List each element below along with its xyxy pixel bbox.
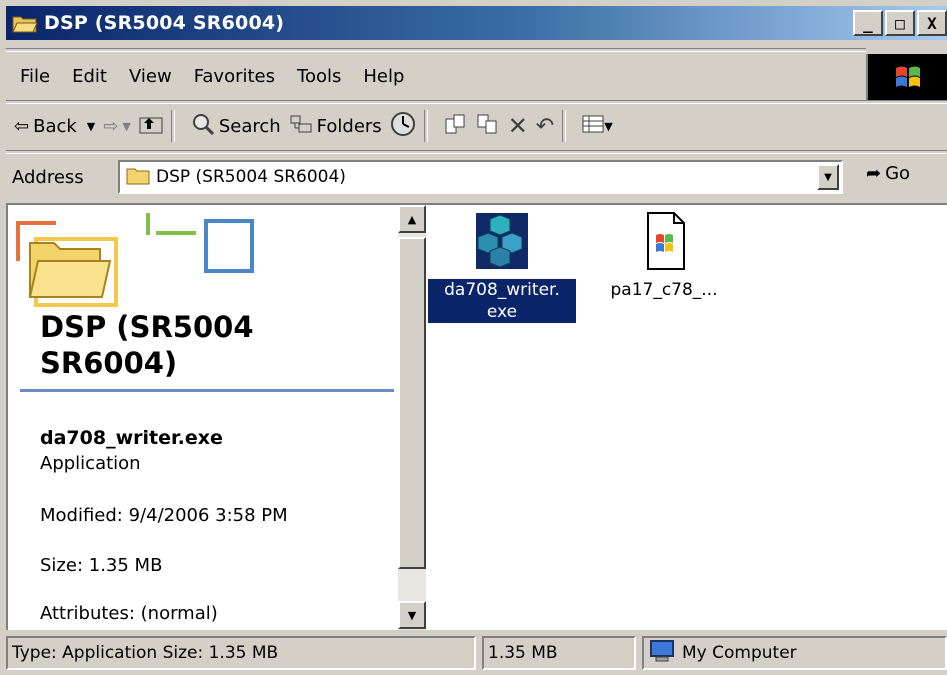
file-label: da708_writer. exe [428, 279, 576, 323]
menu-edit[interactable]: Edit [72, 66, 107, 87]
details-pane: DSP (SR5004 SR6004) da708_writer.exe App… [8, 205, 398, 630]
status-info: Type: Application Size: 1.35 MB [6, 636, 476, 670]
folders-icon [289, 114, 313, 139]
standard-toolbar: ⇦ Back ▼ ⇨ ▼ Search Folders ✕ ↶ ▼ [6, 104, 947, 148]
menu-help[interactable]: Help [363, 66, 404, 87]
folder-title: DSP (SR5004 SR6004) [40, 310, 254, 380]
file-item-pa17-c78[interactable]: pa17_c78_... [590, 211, 738, 301]
toolbar-separator [562, 110, 567, 142]
toolbar-separator [170, 110, 175, 142]
details-scrollbar[interactable]: ▲ ▼ [398, 205, 426, 630]
selected-file-attributes: Attributes: (normal) [40, 603, 218, 624]
scroll-thumb[interactable] [398, 237, 426, 569]
status-zone: My Computer [642, 636, 947, 670]
views-button[interactable]: ▼ [582, 114, 613, 139]
undo-icon: ↶ [535, 113, 555, 139]
arrow-down-icon: ▼ [407, 608, 417, 622]
delete-button[interactable]: ✕ [508, 112, 528, 140]
undo-button[interactable]: ↶ [536, 114, 554, 139]
folder-banner-graphic [16, 213, 396, 313]
delete-icon: ✕ [507, 112, 528, 140]
menu-favorites[interactable]: Favorites [194, 66, 275, 87]
address-label: Address [12, 166, 84, 188]
close-button[interactable]: X [917, 10, 947, 36]
views-icon [582, 114, 604, 139]
menu-tools[interactable]: Tools [297, 66, 341, 87]
forward-button[interactable]: ⇨ ▼ [103, 116, 131, 137]
folders-button[interactable]: Folders [289, 114, 382, 139]
toolbar-separator [423, 110, 428, 142]
forward-arrow-icon: ⇨ [103, 115, 119, 137]
window-title: DSP (SR5004 SR6004) [44, 12, 285, 34]
search-button[interactable]: Search [191, 113, 281, 140]
go-arrow-icon: ➦ [866, 163, 882, 184]
go-button[interactable]: ➦ Go [866, 163, 910, 184]
folder-icon [126, 165, 150, 190]
move-to-button[interactable] [444, 113, 468, 140]
copy-to-icon [476, 113, 500, 140]
up-folder-button[interactable] [139, 114, 163, 139]
menu-view[interactable]: View [129, 66, 172, 87]
setup-document-icon [634, 211, 694, 271]
dropdown-arrow-icon: ▼ [604, 119, 613, 133]
open-folder-icon [12, 13, 38, 33]
maximize-button[interactable]: □ [885, 10, 915, 36]
title-divider [20, 389, 394, 392]
address-dropdown-button[interactable]: ▼ [817, 164, 839, 190]
scroll-up-button[interactable]: ▲ [398, 205, 426, 233]
history-icon [390, 111, 416, 142]
address-input[interactable]: DSP (SR5004 SR6004) ▼ [118, 160, 843, 194]
selected-file-modified: Modified: 9/4/2006 3:58 PM [40, 505, 288, 526]
dropdown-arrow-icon: ▼ [122, 119, 131, 133]
file-list: da708_writer. exe pa17_c78_... [428, 205, 947, 630]
windows-logo-throbber [866, 54, 947, 100]
arrow-up-icon: ▲ [407, 212, 417, 226]
address-bar: Address DSP (SR5004 SR6004) ▼ ➦ Go [6, 155, 947, 199]
title-bar[interactable]: DSP (SR5004 SR6004) _ □ X [6, 6, 947, 40]
mfc-exe-icon [472, 211, 532, 271]
my-computer-icon [648, 639, 676, 668]
divider [6, 48, 866, 52]
up-folder-icon [139, 114, 163, 139]
menu-bar: File Edit View Favorites Tools Help [6, 56, 866, 96]
divider [6, 150, 947, 154]
dropdown-arrow-icon: ▼ [86, 119, 96, 133]
file-label: pa17_c78_... [610, 280, 718, 300]
move-to-icon [444, 113, 468, 140]
status-size: 1.35 MB [482, 636, 636, 670]
selected-file-size: Size: 1.35 MB [40, 555, 163, 576]
back-button[interactable]: ⇦ Back ▼ [14, 116, 95, 137]
search-icon [191, 113, 215, 140]
back-arrow-icon: ⇦ [14, 115, 30, 137]
history-button[interactable] [390, 111, 416, 142]
window-controls: _ □ X [851, 10, 947, 36]
scroll-down-button[interactable]: ▼ [398, 601, 426, 629]
selected-file-type: Application [40, 453, 141, 474]
content-area: DSP (SR5004 SR6004) da708_writer.exe App… [6, 203, 947, 630]
file-item-da708-writer[interactable]: da708_writer. exe [428, 211, 576, 323]
address-value: DSP (SR5004 SR6004) [156, 167, 346, 187]
menu-file[interactable]: File [20, 66, 50, 87]
status-bar: Type: Application Size: 1.35 MB 1.35 MB … [6, 636, 947, 670]
explorer-window: DSP (SR5004 SR6004) _ □ X File Edit View… [0, 0, 947, 675]
selected-file-name: da708_writer.exe [40, 427, 223, 449]
minimize-button[interactable]: _ [853, 10, 883, 36]
chevron-down-icon: ▼ [824, 171, 832, 183]
copy-to-button[interactable] [476, 113, 500, 140]
